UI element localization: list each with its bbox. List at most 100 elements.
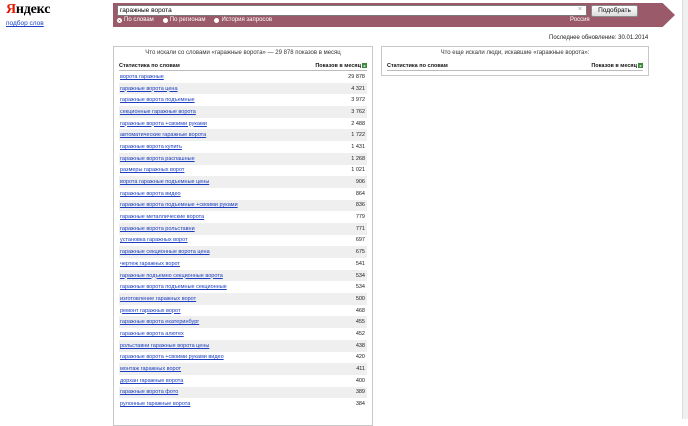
impressions-count: 500 [355, 295, 365, 302]
phrase-link[interactable]: гаражные ворота распашные [120, 156, 195, 162]
radio-by-words[interactable]: По словам [117, 17, 154, 23]
search-mode-radios: По словам По регионам История запросов [117, 17, 272, 23]
impressions-count: 779 [355, 214, 365, 221]
close-icon[interactable]: × [578, 6, 582, 13]
impressions-count: 420 [355, 354, 365, 361]
table-row: гаражные ворота распашные 1 268 [119, 152, 367, 165]
phrase-link[interactable]: монтаж гаражных ворот [120, 366, 181, 372]
right-panel-title: Что еще искали люди, искавшие «гаражные … [440, 50, 590, 56]
phrase-link[interactable]: гаражные ворота подъемные +своими руками [120, 202, 238, 208]
impressions-count: 771 [355, 225, 365, 232]
impressions-count: 906 [355, 179, 365, 186]
left-panel-title: Что искали со словами «гаражные ворота» … [145, 50, 341, 56]
impressions-count: 411 [356, 366, 365, 373]
search-input[interactable]: гаражные ворота [117, 5, 587, 16]
wordstat-service-link[interactable]: подбор слов [6, 20, 44, 27]
table-row: гаражные ворота видео 864 [119, 188, 367, 200]
impressions-count: 534 [355, 284, 365, 291]
table-row: гаражные ворота алютех 452 [119, 328, 367, 340]
impressions-count: 1 431 [351, 143, 365, 150]
phrase-link[interactable]: ворота гаражные [120, 74, 164, 80]
impressions-count: 541 [355, 260, 365, 267]
impressions-count: 29 878 [348, 73, 365, 80]
phrase-link[interactable]: гаражные ворота фото [120, 389, 178, 395]
table-row: гаражные ворота подъемные +своими руками… [119, 199, 367, 212]
yandex-logo[interactable]: Яндекс [6, 2, 50, 18]
table-row: гаражные подъемно секционные ворота 534 [119, 269, 367, 282]
impressions-count: 836 [355, 202, 365, 209]
table-row: монтаж гаражных ворот 411 [119, 363, 367, 375]
phrase-link[interactable]: гаражные ворота видео [120, 191, 181, 197]
table-row: гаражные ворота цена 4 321 [119, 82, 367, 95]
phrase-link[interactable]: секционные гаражные ворота [120, 109, 196, 115]
table-row: гаражные ворота подъемные секционные 534 [119, 281, 367, 293]
phrase-link[interactable]: гаражные ворота рольставни [120, 226, 195, 232]
phrase-link[interactable]: гаражные ворота +своими руками видео [120, 354, 224, 360]
phrase-link[interactable]: автоматические гаражные ворота [120, 132, 206, 138]
phrase-link[interactable]: чертеж гаражных ворот [120, 261, 180, 267]
impressions-count: 4 321 [351, 85, 365, 92]
phrase-link[interactable]: дорхан гаражные ворота [120, 378, 183, 384]
phrase-link[interactable]: размеры гаражных ворот [120, 167, 184, 173]
phrase-link[interactable]: гаражные ворота екатеринбург [120, 319, 199, 325]
search-button[interactable]: Подобрать [591, 5, 638, 17]
right-results-panel: Что еще искали люди, искавшие «гаражные … [381, 46, 649, 76]
table-row: гаражные металлические ворота 779 [119, 211, 367, 223]
impressions-count: 389 [355, 389, 365, 396]
table-row: секционные гаражные ворота 3 762 [119, 106, 367, 118]
table-row: ремонт гаражных ворот 468 [119, 305, 367, 317]
impressions-count: 1 021 [351, 167, 365, 174]
impressions-count: 534 [355, 272, 365, 279]
phrase-link[interactable]: гаражные ворота цена [120, 86, 178, 92]
impressions-count: 864 [355, 190, 365, 197]
table-row: гаражные ворота +своими руками 2 488 [119, 118, 367, 130]
column-count-header: Показов в месяц x [315, 63, 367, 69]
impressions-count: 1 268 [351, 155, 365, 162]
impressions-count: 675 [355, 249, 365, 256]
phrase-link[interactable]: гаражные секционные ворота цена [120, 249, 210, 255]
phrase-link[interactable]: гаражные подъемно секционные ворота [120, 273, 223, 279]
phrase-link[interactable]: установка гаражных ворот [120, 237, 188, 243]
impressions-count: 455 [355, 319, 365, 326]
left-results-list: ворота гаражные 29 878 гаражные ворота цен… [119, 71, 367, 410]
radio-unchecked-icon[interactable] [162, 17, 168, 23]
radio-checked-icon[interactable] [117, 17, 122, 23]
phrase-link[interactable]: гаражные металлические ворота [120, 214, 204, 220]
phrase-link[interactable]: гаражные ворота подъемные [120, 97, 195, 103]
table-row: гаражные ворота +своими руками видео 420 [119, 352, 367, 364]
right-table-header: Статистика по словам Показов в месяц x [387, 63, 643, 71]
impressions-count: 468 [355, 307, 365, 314]
table-row: ворота гаражные 29 878 [119, 71, 367, 83]
table-row: ворота гаражные подъемные цены 906 [119, 176, 367, 188]
phrase-link[interactable]: ремонт гаражных ворот [120, 308, 181, 314]
column-phrase-header: Статистика по словам [387, 63, 448, 69]
table-row: гаражные ворота екатеринбург 455 [119, 316, 367, 329]
phrase-link[interactable]: изготовление гаражных ворот [120, 296, 196, 302]
excel-icon[interactable]: x [362, 63, 367, 69]
table-row: размеры гаражных ворот 1 021 [119, 165, 367, 177]
phrase-link[interactable]: гаражные ворота +своими руками [120, 121, 207, 127]
phrase-link[interactable]: рулонные гаражные ворота [120, 401, 190, 407]
left-table-header: Статистика по словам Показов в месяц x [119, 63, 367, 71]
table-row: дорхан гаражные ворота 400 [119, 375, 367, 387]
phrase-link[interactable]: ворота гаражные подъемные цены [120, 179, 209, 185]
table-row: гаражные секционные ворота цена 675 [119, 246, 367, 258]
phrase-link[interactable]: гаражные ворота алютех [120, 331, 184, 337]
table-row: рулонные гаражные ворота 384 [119, 398, 367, 410]
impressions-count: 3 972 [351, 97, 365, 104]
radio-unchecked-icon[interactable] [214, 17, 220, 23]
phrase-link[interactable]: гаражные ворота купить [120, 144, 182, 150]
impressions-count: 2 488 [351, 120, 365, 127]
table-row: гаражные ворота купить 1 431 [119, 141, 367, 153]
column-count-header: Показов в месяц x [591, 63, 643, 69]
phrase-link[interactable]: рольставни гаражные ворота цены [120, 343, 209, 349]
radio-query-history[interactable]: История запросов [214, 17, 272, 23]
excel-icon[interactable]: x [638, 63, 643, 69]
radio-by-regions[interactable]: По регионам [162, 17, 205, 23]
impressions-count: 384 [355, 401, 365, 408]
impressions-count: 1 722 [351, 132, 365, 139]
table-row: гаражные ворота подъемные 3 972 [119, 94, 367, 106]
region-label[interactable]: Россия [570, 17, 590, 23]
page-scrollbar[interactable] [682, 0, 688, 419]
phrase-link[interactable]: гаражные ворота подъемные секционные [120, 284, 227, 290]
